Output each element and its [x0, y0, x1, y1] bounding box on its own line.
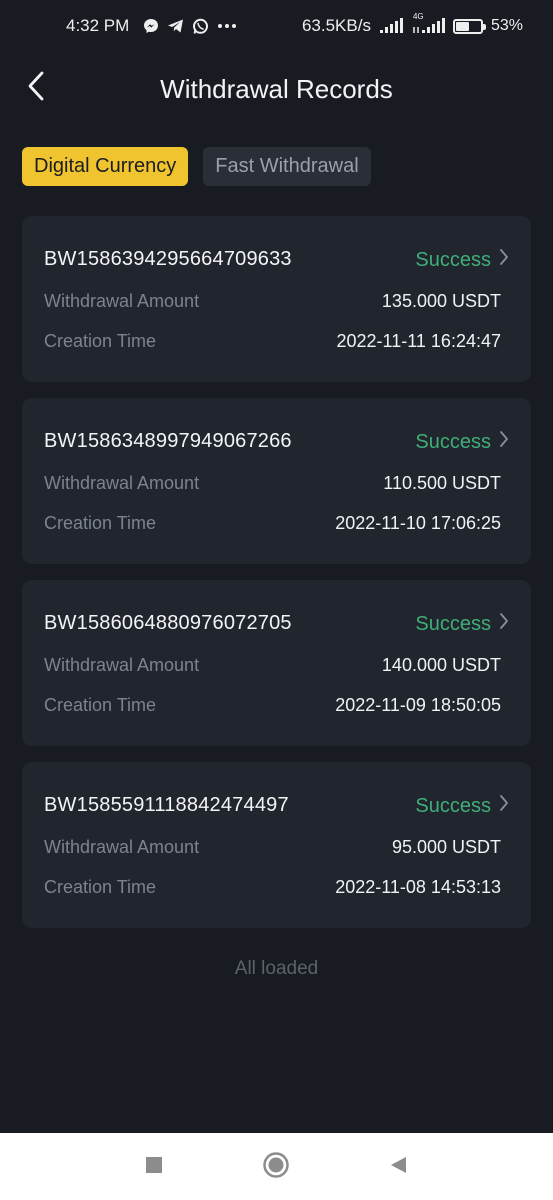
tab-fast-withdrawal[interactable]: Fast Withdrawal: [203, 147, 371, 186]
chevron-right-icon: [499, 248, 509, 272]
time-value: 2022-11-10 17:06:25: [335, 513, 501, 533]
record-card[interactable]: BW1585591118842474497 Success Withdrawal…: [22, 762, 531, 928]
status-bar: 4:32 PM 63.5KB/s 4G 53%: [0, 0, 553, 52]
record-card[interactable]: BW1586348997949067266 Success Withdrawal…: [22, 398, 531, 564]
signal-4g-icon: 4G: [411, 12, 445, 34]
time-row: Creation Time 2022-11-10 17:06:25: [44, 513, 501, 534]
tab-digital-currency[interactable]: Digital Currency: [22, 147, 189, 186]
amount-value: 140.000 USDT: [381, 655, 501, 675]
battery-level: [455, 21, 469, 31]
more-dots-icon: [217, 23, 237, 29]
amount-label: Withdrawal Amount: [44, 837, 200, 857]
record-id: BW1586064880976072705: [44, 612, 292, 634]
record-card[interactable]: BW1586064880976072705 Success Withdrawal…: [22, 580, 531, 746]
amount-row: Withdrawal Amount 135.000 USDT: [44, 291, 501, 312]
amount-value: 110.500 USDT: [383, 473, 501, 493]
whatsapp-icon: [192, 18, 209, 35]
recents-button[interactable]: [140, 1153, 168, 1181]
chevron-right-icon: [499, 794, 509, 818]
record-id: BW1586348997949067266: [44, 430, 292, 452]
records-list: BW1586394295664709633 Success Withdrawal…: [22, 216, 531, 944]
screen: 4:32 PM 63.5KB/s 4G 53% Withdrawal Recor…: [0, 0, 553, 1200]
back-triangle-icon: [389, 1156, 407, 1179]
status-bar-left: 4:32 PM: [66, 16, 237, 36]
time-label: Creation Time: [44, 877, 157, 897]
status-text: Success: [415, 612, 491, 635]
messenger-icon: [143, 18, 159, 34]
recents-square-icon: [145, 1156, 163, 1179]
record-id: BW1585591118842474497: [44, 794, 289, 816]
amount-row: Withdrawal Amount 140.000 USDT: [44, 655, 501, 676]
amount-label: Withdrawal Amount: [44, 473, 200, 493]
amount-value: 95.000 USDT: [391, 837, 501, 857]
system-nav-bar: [0, 1133, 553, 1200]
status-text: Success: [415, 430, 491, 453]
amount-row: Withdrawal Amount 110.500 USDT: [44, 473, 501, 494]
time-row: Creation Time 2022-11-08 14:53:13: [44, 877, 501, 898]
record-status: Success: [415, 612, 509, 636]
time-value: 2022-11-11 16:24:47: [336, 331, 501, 351]
amount-label: Withdrawal Amount: [44, 291, 200, 311]
telegram-icon: [167, 18, 184, 34]
page-title: Withdrawal Records: [160, 74, 393, 104]
battery-icon: [452, 18, 486, 34]
chevron-right-icon: [499, 430, 509, 454]
record-id: BW1586394295664709633: [44, 248, 292, 270]
network-type: 4G: [412, 12, 424, 21]
status-text: Success: [415, 794, 491, 817]
amount-value: 135.000 USDT: [381, 291, 501, 311]
record-card[interactable]: BW1586394295664709633 Success Withdrawal…: [22, 216, 531, 382]
home-button[interactable]: [262, 1151, 290, 1184]
time-label: Creation Time: [44, 513, 157, 533]
record-status: Success: [415, 794, 509, 818]
time-row: Creation Time 2022-11-11 16:24:47: [44, 331, 501, 352]
tab-bar: Digital Currency Fast Withdrawal: [22, 147, 371, 186]
amount-label: Withdrawal Amount: [44, 655, 200, 675]
battery-percent: 53%: [490, 17, 523, 34]
signal-icon: [379, 18, 403, 34]
clock: 4:32 PM: [66, 16, 130, 35]
time-label: Creation Time: [44, 331, 157, 351]
header: Withdrawal Records: [0, 60, 553, 116]
all-loaded-text: All loaded: [234, 958, 319, 979]
record-status: Success: [415, 248, 509, 272]
time-label: Creation Time: [44, 695, 157, 715]
amount-row: Withdrawal Amount 95.000 USDT: [44, 837, 501, 858]
status-text: Success: [415, 248, 491, 271]
home-circle-icon: [262, 1151, 290, 1184]
time-value: 2022-11-09 18:50:05: [335, 695, 501, 715]
back-nav-button[interactable]: [384, 1153, 412, 1181]
chevron-right-icon: [499, 612, 509, 636]
network-speed: 63.5KB/s: [301, 16, 371, 35]
time-row: Creation Time 2022-11-09 18:50:05: [44, 695, 501, 716]
status-bar-right: 63.5KB/s 4G 53%: [301, 12, 523, 36]
time-value: 2022-11-08 14:53:13: [335, 877, 501, 897]
record-status: Success: [415, 430, 509, 454]
